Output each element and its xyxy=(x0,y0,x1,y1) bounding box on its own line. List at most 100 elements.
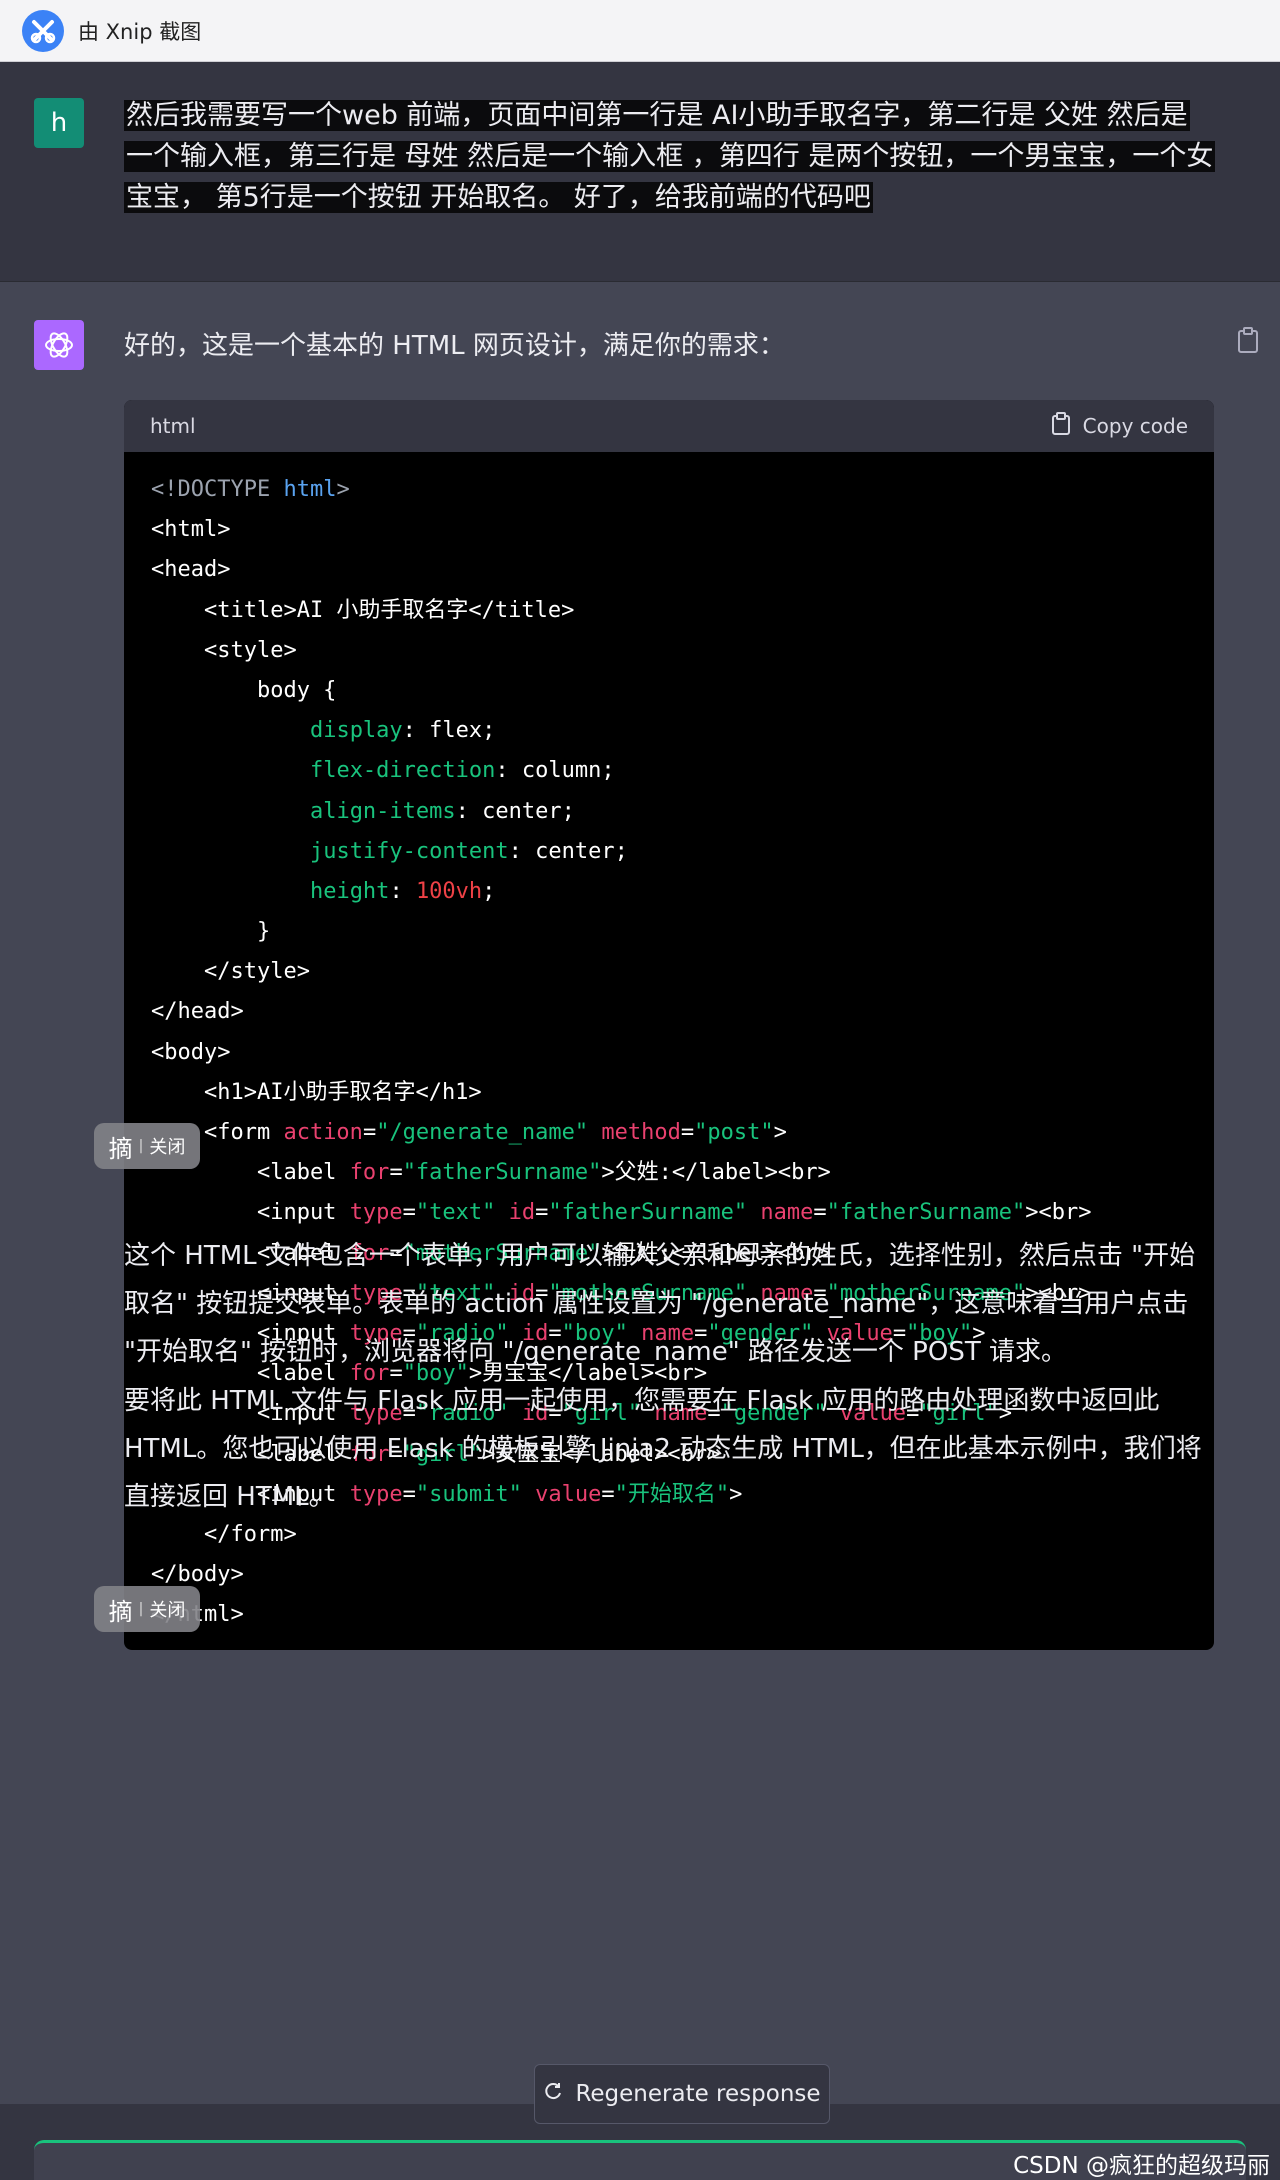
code-token: } xyxy=(151,919,271,945)
excerpt-tag-close[interactable]: 关闭 xyxy=(149,1596,185,1622)
code-token: > xyxy=(336,477,350,502)
code-line: flex-direction: column; xyxy=(151,751,1187,791)
code-token: = xyxy=(362,1120,377,1145)
code-token: <input xyxy=(151,1200,350,1226)
code-token: </form> xyxy=(151,1521,297,1547)
code-line: </body> xyxy=(151,1555,1187,1595)
explanation-paragraph-2: 要将此 HTML 文件与 Flask 应用一起使用，您需要在 Flask 应用的… xyxy=(124,1386,1202,1512)
code-line: height: 100vh; xyxy=(151,872,1187,912)
code-token: : center; xyxy=(508,838,628,864)
excerpt-tag-2[interactable]: 摘 | 关闭 xyxy=(94,1586,200,1632)
excerpt-tag-label[interactable]: 摘 xyxy=(109,1592,133,1627)
code-token: name xyxy=(760,1200,814,1226)
code-token: "/generate_name" xyxy=(376,1120,589,1145)
code-token: flex-direction xyxy=(309,758,496,784)
code-token: height xyxy=(309,878,390,904)
copy-message-icon[interactable] xyxy=(1236,326,1260,354)
code-line: } xyxy=(151,912,1187,952)
code-token: <html> xyxy=(151,517,231,543)
code-line: <form action="/generate_name" method="po… xyxy=(151,1113,1187,1153)
code-token: : flex; xyxy=(402,718,496,744)
code-line: <label for="fatherSurname">父姓:</label><b… xyxy=(151,1153,1187,1193)
code-token: = xyxy=(389,1160,403,1186)
code-token: "post" xyxy=(694,1120,774,1145)
code-token: ; xyxy=(482,878,496,904)
chatgpt-avatar-icon xyxy=(34,320,84,370)
code-token: method xyxy=(601,1120,681,1145)
regenerate-response-button[interactable]: Regenerate response xyxy=(534,2064,830,2124)
code-line: body { xyxy=(151,671,1187,711)
excerpt-tag-separator: | xyxy=(138,1601,144,1617)
code-token: : center; xyxy=(455,798,575,824)
app-title: 由 Xnip 截图 xyxy=(78,19,202,44)
code-token: "fatherSurname" xyxy=(548,1200,748,1226)
excerpt-tag-1[interactable]: 摘 | 关闭 xyxy=(94,1123,200,1169)
code-line: <style> xyxy=(151,631,1187,671)
code-token: "fatherSurname" xyxy=(826,1200,1026,1226)
user-message-text: 然后我需要写一个web 前端，页面中间第一行是 AI小助手取名字，第二行是 父姓… xyxy=(124,95,1216,218)
excerpt-tag-label[interactable]: 摘 xyxy=(109,1129,133,1164)
code-token: </head> xyxy=(151,999,244,1025)
code-token: <head> xyxy=(151,557,231,583)
code-token: "text" xyxy=(415,1200,496,1226)
code-line: align-items: center; xyxy=(151,792,1187,832)
regenerate-label: Regenerate response xyxy=(575,2081,821,2107)
code-token: "fatherSurname" xyxy=(402,1160,602,1186)
excerpt-tag-separator: | xyxy=(138,1138,144,1154)
refresh-icon xyxy=(543,2081,563,2107)
code-line: </html> xyxy=(151,1595,1187,1635)
code-token: justify-content xyxy=(309,838,509,864)
code-token: </body> xyxy=(151,1562,244,1588)
code-line: justify-content: center; xyxy=(151,832,1187,872)
code-token: = xyxy=(813,1200,827,1226)
code-token: action xyxy=(283,1120,363,1145)
code-line: <h1>AI小助手取名字</h1> xyxy=(151,1073,1187,1113)
app-titlebar: 由 Xnip 截图 xyxy=(0,0,1280,62)
explanation-paragraph-1: 这个 HTML 文件包含一个表单，用户可以输入父亲和母亲的姓氏，选择性别，然后点… xyxy=(124,1241,1196,1367)
copy-code-button[interactable]: Copy code xyxy=(1051,411,1188,441)
code-token: align-items xyxy=(309,798,456,824)
excerpt-tag-close[interactable]: 关闭 xyxy=(149,1133,185,1159)
assistant-message: 好的，这是一个基本的 HTML 网页设计，满足你的需求： html Copy c… xyxy=(0,282,1280,2104)
code-line: display: flex; xyxy=(151,711,1187,751)
code-token: = xyxy=(535,1200,549,1226)
xnip-app-icon xyxy=(22,9,64,52)
code-token: </style> xyxy=(151,959,310,985)
code-token: <style> xyxy=(151,637,297,663)
code-line: <!DOCTYPE html> xyxy=(151,470,1187,510)
code-token: = xyxy=(402,1200,416,1226)
code-line: <head> xyxy=(151,550,1187,590)
copy-code-label: Copy code xyxy=(1082,414,1188,438)
csdn-watermark: CSDN @疯狂的超级玛丽 xyxy=(1013,2153,1270,2179)
code-token: <body> xyxy=(151,1039,231,1065)
code-line: </head> xyxy=(151,992,1187,1032)
code-token: <h1>AI小助手取名字</h1> xyxy=(151,1079,482,1105)
user-avatar: h xyxy=(34,98,84,148)
assistant-intro-text: 好的，这是一个基本的 HTML 网页设计，满足你的需求： xyxy=(124,331,785,361)
code-token: body { xyxy=(151,677,337,703)
code-token: ><br> xyxy=(1025,1200,1092,1226)
code-token: : xyxy=(389,878,416,904)
code-token: <title>AI 小助手取名字</title> xyxy=(151,597,575,623)
user-message-highlighted-text: 然后我需要写一个web 前端，页面中间第一行是 AI小助手取名字，第二行是 父姓… xyxy=(124,100,1216,213)
code-token: > xyxy=(773,1120,787,1145)
code-token: type xyxy=(349,1200,403,1226)
user-message: h 然后我需要写一个web 前端，页面中间第一行是 AI小助手取名字，第二行是 … xyxy=(0,62,1280,282)
code-token: 100vh xyxy=(415,878,483,904)
code-token: display xyxy=(309,718,403,744)
code-token: >父姓:</label><br> xyxy=(601,1160,831,1186)
code-token: : column; xyxy=(495,758,615,784)
code-line: <input type="text" id="fatherSurname" na… xyxy=(151,1193,1187,1233)
code-token: <!DOCTYPE xyxy=(151,477,284,502)
code-line: <html> xyxy=(151,510,1187,550)
code-token: id xyxy=(508,1200,536,1226)
code-line: </style> xyxy=(151,952,1187,992)
